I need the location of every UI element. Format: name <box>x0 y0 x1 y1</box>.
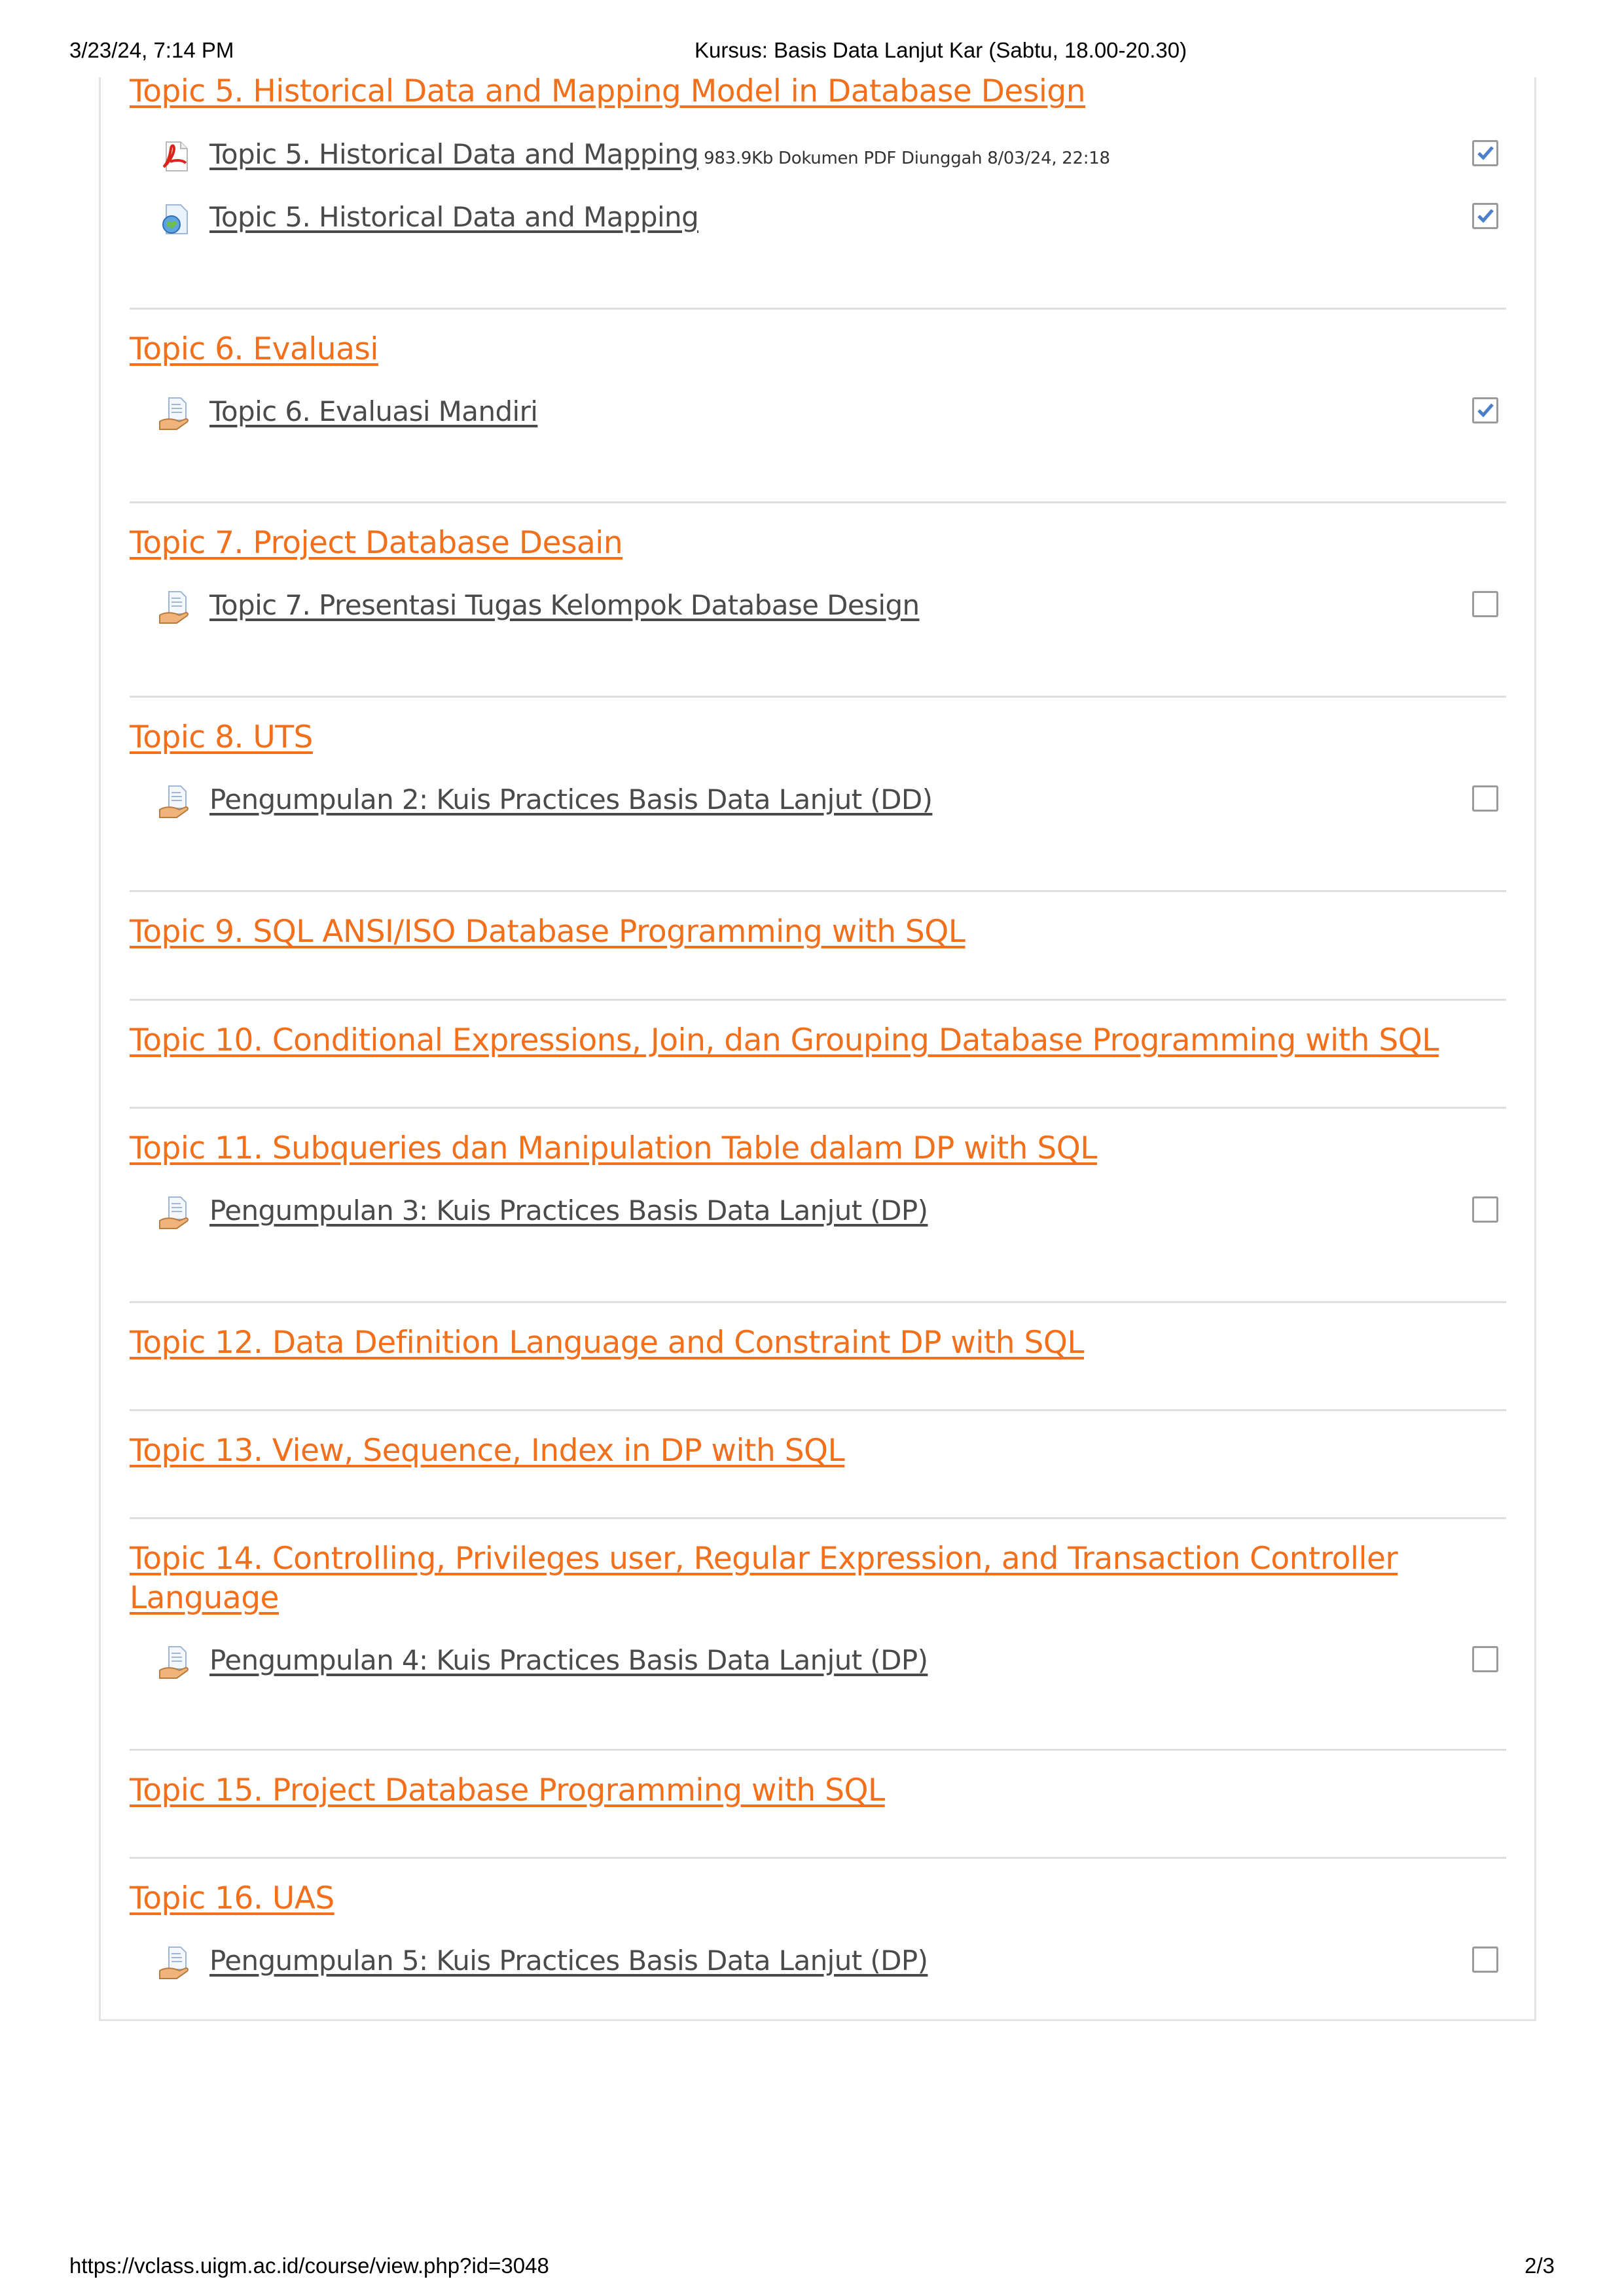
section-topic-5: Topic 5. Historical Data and Mapping Mod… <box>130 72 1506 268</box>
checkmark-icon <box>1477 209 1494 223</box>
assignment-icon <box>157 395 194 431</box>
section-title-link[interactable]: Topic 12. Data Definition Language and C… <box>130 1323 1085 1363</box>
section-divider <box>130 1107 1506 1109</box>
section-divider <box>130 890 1506 892</box>
activity-name: Topic 5. Historical Data and Mapping <box>209 138 699 170</box>
section-topic-8: Topic 8. UTS Pengumpulan 2: Kuis Practic… <box>130 718 1506 849</box>
activity-name-link[interactable]: Topic 6. Evaluasi Mandiri <box>209 393 538 431</box>
section-title-link[interactable]: Topic 6. Evaluasi <box>130 330 378 369</box>
checkmark-icon <box>1477 403 1494 418</box>
section-topic-12: Topic 12. Data Definition Language and C… <box>130 1323 1506 1376</box>
section-divider <box>130 1517 1506 1519</box>
activity-assignment[interactable]: Topic 7. Presentasi Tugas Kelompok Datab… <box>157 586 1506 626</box>
section-title-link[interactable]: Topic 7. Project Database Desain <box>130 524 623 563</box>
section-topic-7: Topic 7. Project Database Desain Topic 7… <box>130 524 1506 655</box>
activity-name-link[interactable]: Pengumpulan 5: Kuis Practices Basis Data… <box>209 1942 928 1980</box>
print-datetime: 3/23/24, 7:14 PM <box>69 38 234 62</box>
section-topic-10: Topic 10. Conditional Expressions, Join,… <box>130 1021 1506 1073</box>
activity-assignment[interactable]: Pengumpulan 4: Kuis Practices Basis Data… <box>157 1641 1506 1681</box>
print-url: https://vclass.uigm.ac.id/course/view.ph… <box>69 2253 549 2278</box>
assignment-icon <box>157 783 194 819</box>
section-divider <box>130 1409 1506 1411</box>
checkmark-icon <box>1477 146 1494 160</box>
assignment-icon <box>157 1945 194 1980</box>
section-divider <box>130 999 1506 1001</box>
section-title-link[interactable]: Topic 16. UAS <box>130 1879 334 1918</box>
section-title-link[interactable]: Topic 5. Historical Data and Mapping Mod… <box>130 72 1086 111</box>
assignment-icon <box>157 589 194 624</box>
section-divider <box>130 501 1506 503</box>
print-footer: https://vclass.uigm.ac.id/course/view.ph… <box>69 2253 1555 2282</box>
activity-name-link[interactable]: Pengumpulan 2: Kuis Practices Basis Data… <box>209 781 933 819</box>
completion-checkbox-checked[interactable] <box>1472 203 1498 229</box>
section-divider <box>130 1749 1506 1751</box>
completion-checkbox-unchecked[interactable] <box>1472 1646 1498 1672</box>
completion-checkbox-unchecked[interactable] <box>1472 591 1498 617</box>
activity-name-link[interactable]: Pengumpulan 3: Kuis Practices Basis Data… <box>209 1192 928 1230</box>
section-topic-13: Topic 13. View, Sequence, Index in DP wi… <box>130 1431 1506 1484</box>
completion-checkbox-checked[interactable] <box>1472 397 1498 423</box>
section-title-link[interactable]: Topic 8. UTS <box>130 718 313 757</box>
activity-name-link[interactable]: Pengumpulan 4: Kuis Practices Basis Data… <box>209 1641 928 1679</box>
section-divider <box>130 1857 1506 1859</box>
section-title-link[interactable]: Topic 15. Project Database Programming w… <box>130 1771 885 1810</box>
activity-assignment[interactable]: Pengumpulan 2: Kuis Practices Basis Data… <box>157 781 1506 820</box>
section-topic-15: Topic 15. Project Database Programming w… <box>130 1771 1506 1823</box>
print-header: 3/23/24, 7:14 PM Kursus: Basis Data Lanj… <box>69 38 1555 67</box>
section-topic-11: Topic 11. Subqueries dan Manipulation Ta… <box>130 1129 1506 1260</box>
activity-assignment[interactable]: Pengumpulan 5: Kuis Practices Basis Data… <box>157 1942 1506 1981</box>
pdf-icon <box>157 138 194 173</box>
activity-name-link[interactable]: Topic 7. Presentasi Tugas Kelompok Datab… <box>209 586 920 624</box>
activity-url-resource[interactable]: Topic 5. Historical Data and Mapping <box>157 198 1506 238</box>
print-page-title: Kursus: Basis Data Lanjut Kar (Sabtu, 18… <box>695 38 1187 62</box>
print-page-number: 2/3 <box>1525 2253 1555 2278</box>
section-topic-14: Topic 14. Controlling, Privileges user, … <box>130 1539 1506 1710</box>
section-title-link[interactable]: Topic 10. Conditional Expressions, Join,… <box>130 1021 1439 1060</box>
url-globe-icon <box>157 201 194 236</box>
section-title-link[interactable]: Topic 13. View, Sequence, Index in DP wi… <box>130 1431 845 1471</box>
section-topic-9: Topic 9. SQL ANSI/ISO Database Programmi… <box>130 912 1506 965</box>
section-title-link[interactable]: Topic 14. Controlling, Privileges user, … <box>130 1539 1413 1618</box>
activity-name-link[interactable]: Topic 5. Historical Data and Mapping <box>209 198 699 236</box>
assignment-icon <box>157 1644 194 1679</box>
section-topic-16: Topic 16. UAS Pengumpulan 5: Kuis Practi… <box>130 1879 1506 2010</box>
completion-checkbox-checked[interactable] <box>1472 140 1498 166</box>
section-title-link[interactable]: Topic 9. SQL ANSI/ISO Database Programmi… <box>130 912 965 952</box>
activity-pdf-resource[interactable]: Topic 5. Historical Data and Mapping 983.… <box>157 135 1506 175</box>
section-topic-6: Topic 6. Evaluasi Topic 6. Evaluasi Mand… <box>130 330 1506 461</box>
section-title-link[interactable]: Topic 11. Subqueries dan Manipulation Ta… <box>130 1129 1097 1168</box>
section-divider <box>130 1301 1506 1303</box>
activity-assignment[interactable]: Pengumpulan 3: Kuis Practices Basis Data… <box>157 1192 1506 1231</box>
completion-checkbox-unchecked[interactable] <box>1472 785 1498 812</box>
completion-checkbox-unchecked[interactable] <box>1472 1196 1498 1223</box>
section-divider <box>130 696 1506 698</box>
activity-assignment[interactable]: Topic 6. Evaluasi Mandiri <box>157 393 1506 432</box>
file-meta: 983.9Kb Dokumen PDF Diunggah 8/03/24, 22… <box>704 149 1110 168</box>
activity-name-link[interactable]: Topic 5. Historical Data and Mapping 983.… <box>209 135 1110 177</box>
completion-checkbox-unchecked[interactable] <box>1472 1946 1498 1973</box>
section-divider <box>130 308 1506 310</box>
assignment-icon <box>157 1194 194 1230</box>
